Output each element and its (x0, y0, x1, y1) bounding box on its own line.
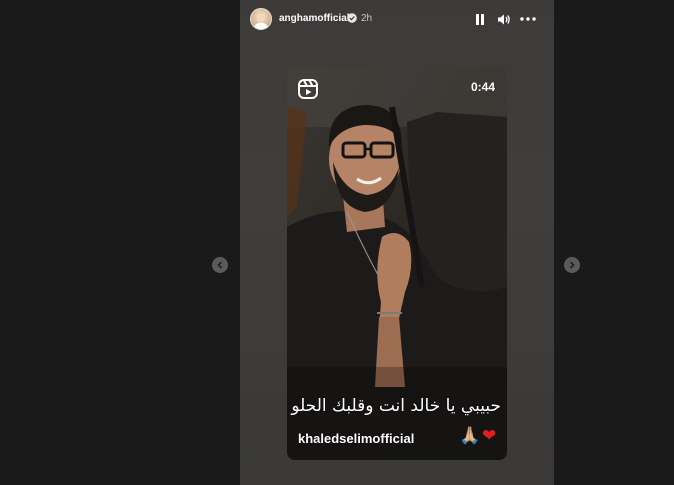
chevron-right-icon (569, 261, 575, 269)
story-panel[interactable]: anghamofficial 2h 0:44 حبيبي يا خالد انت… (240, 0, 554, 485)
video-duration: 0:44 (470, 80, 495, 94)
pause-button[interactable] (473, 12, 487, 26)
more-options-icon (520, 17, 536, 21)
story-timestamp: 2h (361, 13, 373, 24)
previous-story-button[interactable] (212, 257, 228, 273)
reel-video[interactable]: 0:44 حبيبي يا خالد انت وقلبك الحلو ده kh… (287, 67, 507, 460)
story-header: anghamofficial 2h (240, 0, 554, 38)
volume-icon (498, 14, 510, 24)
username-link[interactable]: anghamofficial (279, 13, 350, 24)
chevron-left-icon (217, 261, 223, 269)
avatar[interactable] (250, 8, 272, 30)
pause-icon (476, 13, 484, 25)
stories-viewer: anghamofficial 2h 0:44 حبيبي يا خالد انت… (0, 0, 674, 485)
praying-hands-emoji: 🙏🏼 (459, 426, 481, 445)
mention-sticker[interactable]: khaledselimofficial (298, 431, 414, 446)
verified-badge-icon (347, 13, 357, 23)
reels-icon (298, 79, 318, 99)
volume-button[interactable] (497, 12, 511, 26)
next-story-button[interactable] (564, 257, 580, 273)
story-caption: حبيبي يا خالد انت وقلبك الحلو ده (287, 396, 501, 416)
heart-emoji: ❤ (482, 426, 497, 445)
more-options-button[interactable] (520, 12, 536, 26)
